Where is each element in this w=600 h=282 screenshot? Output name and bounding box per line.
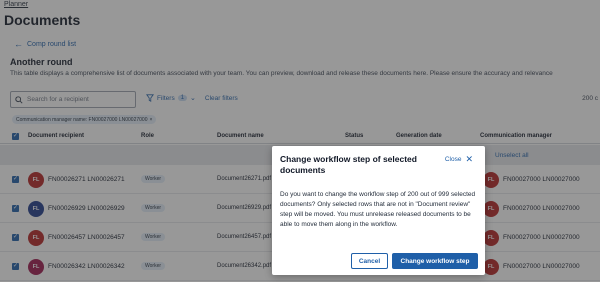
change-workflow-dialog: Change workflow step of selected documen…: [272, 146, 485, 275]
dialog-body: Do you want to change the workflow step …: [280, 191, 476, 228]
close-label: Close: [444, 156, 462, 163]
cancel-button[interactable]: Cancel: [351, 253, 388, 269]
close-button[interactable]: Close ✕: [445, 155, 473, 164]
close-icon: ✕: [465, 154, 473, 164]
change-workflow-step-button[interactable]: Change workflow step: [392, 253, 478, 269]
dialog-title: Change workflow step of selected documen…: [280, 154, 417, 175]
